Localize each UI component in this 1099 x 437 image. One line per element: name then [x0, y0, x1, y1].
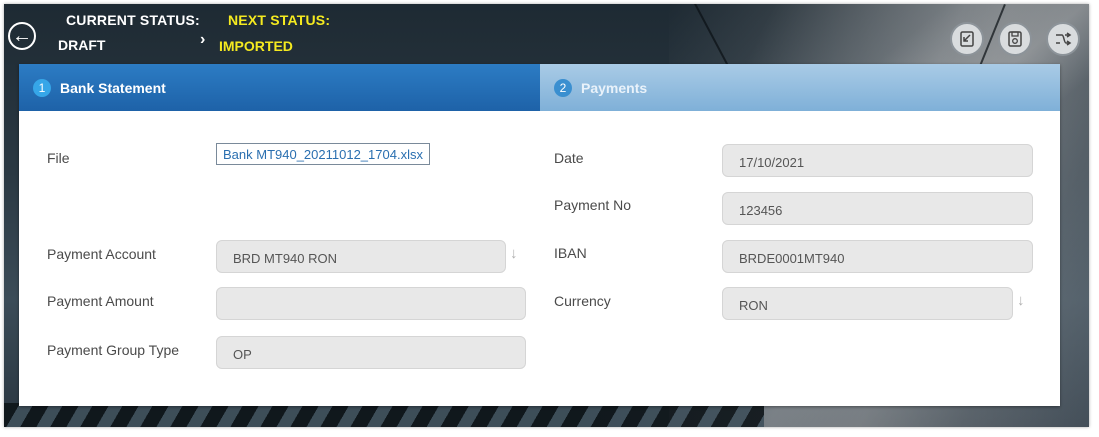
back-button[interactable]: ← [8, 22, 36, 50]
payment-no-input[interactable]: 123456 [722, 192, 1033, 225]
workflow-icon [1056, 32, 1072, 46]
arrow-down-icon[interactable]: ↓ [1017, 292, 1025, 309]
app-window: ← CURRENT STATUS: DRAFT › NEXT STATUS: I… [4, 4, 1089, 427]
form-card: 1 Bank Statement 2 Payments File Bank MT… [19, 64, 1060, 406]
payment-account-label: Payment Account [47, 246, 156, 262]
save-icon [1008, 31, 1022, 47]
export-icon [960, 31, 974, 47]
file-label: File [47, 150, 70, 166]
payment-amount-input[interactable] [216, 287, 526, 320]
chevron-right-icon: › [200, 31, 206, 48]
tab-label: Payments [581, 79, 648, 96]
arrow-left-icon: ← [12, 25, 32, 47]
payment-amount-label: Payment Amount [47, 293, 154, 309]
tab-bank-statement[interactable]: 1 Bank Statement [19, 64, 540, 111]
payment-group-type-label: Payment Group Type [47, 342, 180, 358]
step-number: 2 [554, 78, 572, 97]
save-button[interactable] [998, 22, 1032, 56]
payment-group-type-input[interactable]: OP [216, 336, 526, 369]
iban-label: IBAN [554, 245, 587, 261]
payment-account-select[interactable]: BRD MT940 RON [216, 240, 506, 273]
background-stripes [4, 403, 764, 427]
export-button[interactable] [950, 22, 984, 56]
iban-input[interactable]: BRDE0001MT940 [722, 240, 1033, 273]
arrow-down-icon[interactable]: ↓ [510, 245, 518, 262]
current-status-value: DRAFT [58, 37, 106, 53]
date-input[interactable]: 17/10/2021 [722, 144, 1033, 177]
payment-no-label: Payment No [554, 197, 632, 213]
tab-label: Bank Statement [60, 79, 166, 96]
next-status-label: NEXT STATUS: [228, 12, 331, 28]
file-link[interactable]: Bank MT940_20211012_1704.xlsx [216, 143, 430, 165]
step-number: 1 [33, 78, 51, 97]
next-status-value[interactable]: IMPORTED [219, 38, 293, 54]
tab-payments[interactable]: 2 Payments [540, 64, 1060, 111]
date-label: Date [554, 150, 584, 166]
wizard-tabs: 1 Bank Statement 2 Payments [19, 64, 1060, 111]
currency-label: Currency [554, 293, 611, 309]
currency-select[interactable]: RON [722, 287, 1013, 320]
workflow-button[interactable] [1046, 22, 1080, 56]
current-status-label: CURRENT STATUS: [66, 12, 200, 28]
